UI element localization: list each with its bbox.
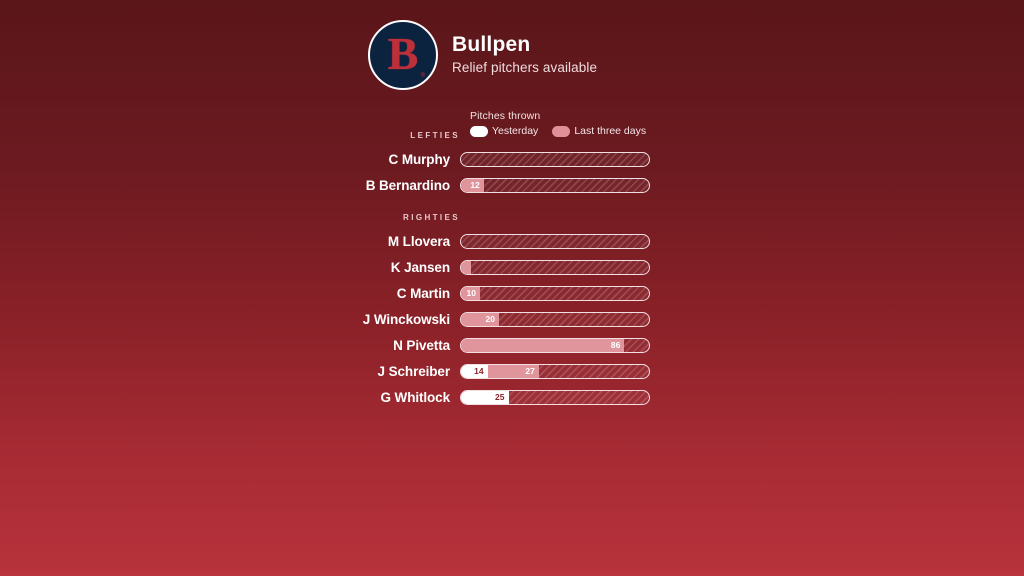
- player-name: G Whitlock: [380, 389, 451, 405]
- bullpen-chart: LEFTIES C Murphy B Bernardino 12 RIGHTIES M L…: [0, 0, 1024, 576]
- pitch-count-bar: 25: [460, 389, 650, 405]
- pitch-count-bar: 10: [460, 285, 650, 301]
- bar-value-yesterday: 14: [474, 365, 484, 376]
- player-name: K Jansen: [390, 259, 450, 275]
- table-row: G Whitlock 25: [300, 387, 650, 407]
- bar-segment-last-three-days: 12: [461, 178, 484, 192]
- table-row: M Llovera: [300, 231, 650, 251]
- bar-value-yesterday: 25: [495, 391, 505, 402]
- bar-value-last-three-days: 12: [470, 179, 480, 190]
- bar-segment-last-three-days: 10: [461, 286, 480, 300]
- bar-value-last-three-days: 86: [610, 339, 621, 350]
- bar-value-last-three-days: 10: [466, 287, 476, 298]
- pitch-count-bar: [460, 259, 650, 275]
- table-row: J Winckowski 20: [300, 309, 650, 329]
- player-name: J Schreiber: [377, 363, 451, 379]
- bar-segment-last-three-days: [461, 260, 471, 274]
- player-name: J Winckowski: [362, 311, 450, 327]
- pitch-count-bar: [460, 233, 650, 249]
- pitch-count-bar: 14 27: [460, 363, 650, 379]
- table-row: C Murphy: [300, 149, 650, 169]
- bar-value-last-three-days: 20: [485, 313, 495, 324]
- player-name: C Murphy: [388, 151, 451, 167]
- section-header-righties: RIGHTIES: [403, 213, 460, 222]
- player-name: B Bernardino: [365, 177, 450, 193]
- table-row: N Pivetta 86: [300, 335, 650, 355]
- table-row: B Bernardino 12: [300, 175, 650, 195]
- pitch-count-bar: [460, 151, 650, 167]
- bar-segment-last-three-days: 86: [461, 338, 625, 352]
- table-row: K Jansen: [300, 257, 650, 277]
- table-row: C Martin 10: [300, 283, 650, 303]
- bar-segment-last-three-days: 20: [461, 312, 499, 326]
- pitch-count-bar: 20: [460, 311, 650, 327]
- bar-segment-last-three-days: 27: [487, 364, 539, 378]
- player-name: N Pivetta: [393, 337, 450, 353]
- bar-segment-yesterday: 25: [461, 390, 509, 404]
- section-header-lefties: LEFTIES: [410, 131, 460, 140]
- bar-segment-yesterday: 14: [461, 364, 488, 378]
- player-name: C Martin: [396, 285, 450, 301]
- pitch-count-bar: 86: [460, 337, 650, 353]
- table-row: J Schreiber 14 27: [300, 361, 650, 381]
- player-name: M Llovera: [387, 233, 450, 249]
- pitch-count-bar: 12: [460, 177, 650, 193]
- bar-value-last-three-days: 27: [525, 365, 535, 376]
